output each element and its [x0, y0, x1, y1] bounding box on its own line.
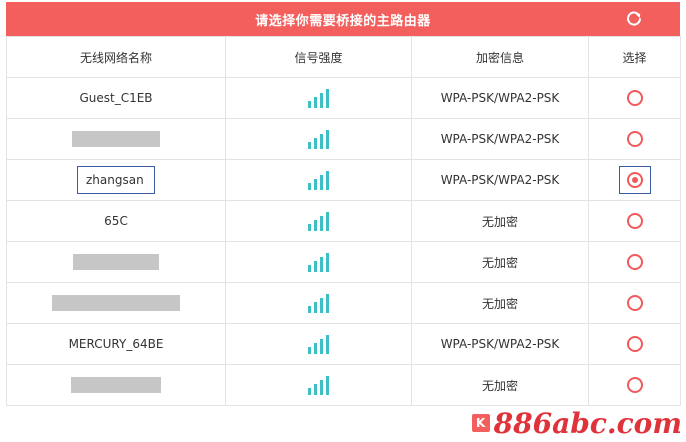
table-row[interactable]: WPA-PSK/WPA2-PSK [6, 118, 681, 160]
table-row[interactable]: 无加密 [6, 282, 681, 324]
selection-highlight [618, 166, 651, 194]
signal-strength-icon [308, 168, 329, 190]
encryption-label: WPA-PSK/WPA2-PSK [411, 159, 589, 201]
select-radio[interactable] [626, 90, 643, 106]
encryption-label: WPA-PSK/WPA2-PSK [411, 323, 589, 365]
encryption-label: 无加密 [411, 200, 589, 242]
redacted-ssid [52, 295, 180, 311]
table-row[interactable]: 65C 无加密 [6, 200, 681, 242]
panel-header: 请选择你需要桥接的主路由器 [6, 2, 680, 36]
select-radio[interactable] [626, 131, 643, 147]
redacted-ssid [73, 254, 159, 270]
ssid-label: 65C [104, 214, 128, 228]
signal-strength-icon [308, 86, 329, 108]
panel-title: 请选择你需要桥接的主路由器 [255, 13, 431, 29]
watermark-text: 886abc.com [493, 406, 682, 440]
ssid-label: Guest_C1EB [79, 91, 153, 105]
column-header-encryption: 加密信息 [411, 36, 589, 78]
select-radio[interactable] [626, 213, 643, 229]
signal-strength-icon [308, 209, 329, 231]
column-header-signal: 信号强度 [225, 36, 412, 78]
encryption-label: WPA-PSK/WPA2-PSK [411, 118, 589, 160]
encryption-label: WPA-PSK/WPA2-PSK [411, 77, 589, 119]
signal-strength-icon [308, 291, 329, 313]
table-row[interactable]: MERCURY_64BE WPA-PSK/WPA2-PSK [6, 323, 681, 365]
ssid-label: MERCURY_64BE [68, 337, 164, 351]
refresh-icon[interactable] [624, 9, 644, 29]
signal-strength-icon [308, 250, 329, 272]
table-header-row: 无线网络名称 信号强度 加密信息 选择 [6, 36, 681, 78]
select-radio[interactable] [626, 336, 643, 352]
bridge-router-panel: 请选择你需要桥接的主路由器 无线网络名称 信号强度 加密信息 选择 Guest_… [6, 2, 681, 406]
column-header-ssid: 无线网络名称 [6, 36, 226, 78]
signal-strength-icon [308, 332, 329, 354]
redacted-ssid [71, 377, 161, 393]
select-radio[interactable] [626, 295, 643, 311]
watermark-badge: K [471, 414, 490, 432]
table-row[interactable]: zhangsan WPA-PSK/WPA2-PSK [6, 159, 681, 201]
ssid-label: zhangsan [77, 166, 155, 194]
signal-strength-icon [308, 127, 329, 149]
encryption-label: 无加密 [411, 364, 589, 406]
encryption-label: 无加密 [411, 241, 589, 283]
table-row[interactable]: 无加密 [6, 364, 681, 406]
table-row[interactable]: 无加密 [6, 241, 681, 283]
table-row[interactable]: Guest_C1EB WPA-PSK/WPA2-PSK [6, 77, 681, 119]
redacted-ssid [72, 131, 160, 147]
select-radio[interactable] [626, 254, 643, 270]
column-header-select: 选择 [588, 36, 681, 78]
select-radio-checked[interactable] [626, 172, 643, 188]
site-watermark: K 886abc.com [465, 406, 684, 440]
signal-strength-icon [308, 373, 329, 395]
router-table: 无线网络名称 信号强度 加密信息 选择 Guest_C1EB WPA-PSK/W… [6, 36, 681, 406]
encryption-label: 无加密 [411, 282, 589, 324]
select-radio[interactable] [626, 377, 643, 393]
